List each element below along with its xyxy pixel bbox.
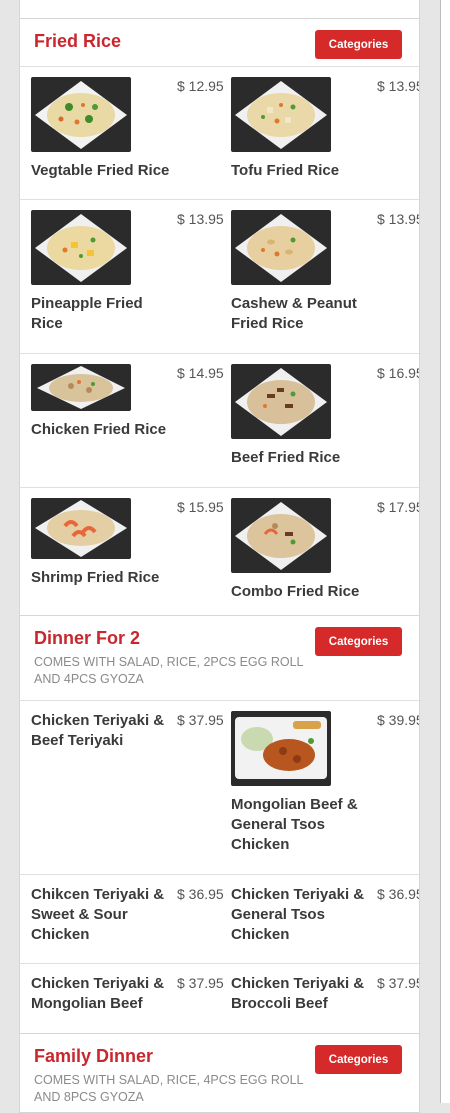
veg-fried-rice-image	[31, 77, 131, 152]
item-price: $ 36.95	[177, 886, 224, 902]
chicken-fried-rice-image	[31, 364, 131, 411]
item-price: $ 13.95	[377, 211, 420, 227]
item-price: $ 14.95	[177, 365, 224, 381]
mongolian-beef-plate-image	[231, 711, 331, 786]
item-name: Pineapple Fried Rice	[31, 295, 143, 332]
menu-item[interactable]: Shrimp Fried Rice $ 15.95	[31, 498, 231, 586]
page-right-edge	[440, 0, 450, 1103]
item-name: Chicken Teriyaki & Beef Teriyaki	[31, 712, 165, 749]
categories-button[interactable]: Categories	[315, 30, 402, 59]
section-subtitle: COMES WITH SALAD, RICE, 2PCS EGG ROLL AN…	[34, 655, 304, 686]
menu-row: Chikcen Teriyaki & Sweet & Sour Chicken …	[20, 875, 419, 964]
menu-row: Shrimp Fried Rice $ 15.95 Combo Fried Ri…	[20, 488, 420, 615]
item-price: $ 17.95	[377, 499, 420, 515]
item-price: $ 13.95	[177, 211, 224, 227]
item-name: Chicken Teriyaki & Mongolian Beef	[31, 975, 165, 1012]
section-dinner-for-2: Dinner For 2 COMES WITH SALAD, RICE, 2PC…	[19, 615, 420, 1036]
section-family-dinner: Family Dinner COMES WITH SALAD, RICE, 4P…	[19, 1033, 420, 1113]
section-title: Fried Rice	[34, 31, 122, 51]
cashew-fried-rice-image	[231, 210, 331, 285]
categories-button[interactable]: Categories	[315, 627, 402, 656]
item-price: $ 37.95	[177, 975, 224, 991]
item-name: Shrimp Fried Rice	[31, 569, 160, 586]
menu-row: Chicken Teriyaki & Beef Teriyaki $ 37.95…	[20, 701, 419, 875]
menu-item[interactable]: Pineapple Fried Rice $ 13.95	[31, 210, 231, 332]
item-price: $ 37.95	[177, 712, 224, 728]
item-name: Mongolian Beef & General Tsos Chicken	[231, 796, 358, 853]
section-fried-rice: Fried Rice Categories Vegtable Fried Ric…	[19, 18, 420, 616]
tofu-fried-rice-image	[231, 77, 331, 152]
item-price: $ 36.95	[377, 886, 420, 902]
pineapple-fried-rice-image	[31, 210, 131, 285]
menu-item[interactable]: Chicken Fried Rice $ 14.95	[31, 364, 231, 438]
menu-item[interactable]: Combo Fried Rice $ 17.95	[231, 498, 420, 600]
menu-row: Vegtable Fried Rice $ 12.95 Tofu Fried R…	[20, 67, 419, 200]
item-name: Vegtable Fried Rice	[31, 162, 170, 179]
menu-row: Chicken Teriyaki & Mongolian Beef $ 37.9…	[20, 964, 420, 1035]
section-header: Family Dinner COMES WITH SALAD, RICE, 4P…	[20, 1034, 419, 1112]
menu-item[interactable]: Mongolian Beef & General Tsos Chicken $ …	[231, 711, 420, 853]
menu-item[interactable]: Tofu Fried Rice $ 13.95	[231, 77, 420, 179]
section-header: Fried Rice Categories	[20, 19, 419, 67]
menu-row: Pineapple Fried Rice $ 13.95 Cashew & Pe…	[20, 200, 419, 354]
item-price: $ 37.95	[377, 975, 420, 991]
menu-row: Chicken Fried Rice $ 14.95 Beef Fried Ri…	[20, 354, 419, 488]
item-name: Cashew & Peanut Fried Rice	[231, 295, 357, 332]
section-title: Dinner For 2	[34, 628, 141, 648]
item-price: $ 13.95	[377, 78, 420, 94]
item-name: Chicken Fried Rice	[31, 421, 167, 438]
menu-item[interactable]: Beef Fried Rice $ 16.95	[231, 364, 420, 466]
shrimp-fried-rice-image	[31, 498, 131, 559]
combo-fried-rice-image	[231, 498, 331, 573]
menu-item[interactable]: Vegtable Fried Rice $ 12.95	[31, 77, 231, 179]
item-price: $ 16.95	[377, 365, 420, 381]
section-header: Dinner For 2 COMES WITH SALAD, RICE, 2PC…	[20, 616, 419, 701]
item-name: Chicken Teriyaki & General Tsos Chicken	[231, 886, 365, 943]
item-price: $ 39.95	[377, 712, 420, 728]
item-name: Chikcen Teriyaki & Sweet & Sour Chicken	[31, 886, 165, 943]
item-name: Combo Fried Rice	[231, 583, 360, 600]
item-name: Beef Fried Rice	[231, 449, 341, 466]
menu-item[interactable]: Cashew & Peanut Fried Rice $ 13.95	[231, 210, 420, 332]
section-subtitle: COMES WITH SALAD, RICE, 4PCS EGG ROLL AN…	[34, 1073, 304, 1104]
beef-fried-rice-image	[231, 364, 331, 439]
categories-button[interactable]: Categories	[315, 1045, 402, 1074]
item-price: $ 12.95	[177, 78, 224, 94]
item-price: $ 15.95	[177, 499, 224, 515]
previous-section-tail	[19, 0, 420, 19]
item-name: Chicken Teriyaki & Broccoli Beef	[231, 975, 365, 1012]
section-title: Family Dinner	[34, 1046, 154, 1066]
item-name: Tofu Fried Rice	[231, 162, 340, 179]
